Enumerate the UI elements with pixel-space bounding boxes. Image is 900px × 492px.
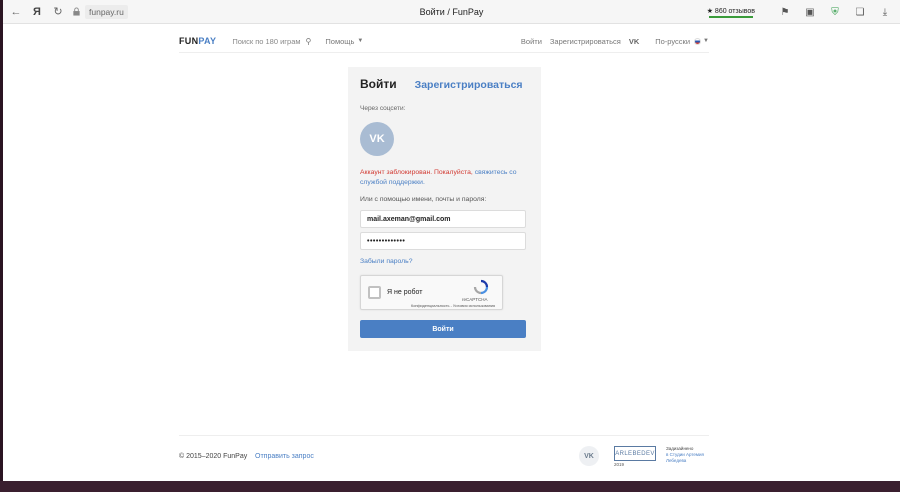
tab-register[interactable]: Зарегистрироваться	[415, 79, 523, 91]
login-submit-button[interactable]: Войти	[360, 320, 526, 338]
studio-year: 2019	[614, 462, 625, 467]
top-navigation: FUNPAY Поиск по 180 играм ⚲ Помощь ▼ Вой…	[179, 30, 709, 52]
russian-flag-icon	[694, 37, 702, 45]
reviews-text: ★ 860 отзывов	[706, 7, 755, 15]
recaptcha-brand: reCAPTCHA	[462, 297, 488, 302]
funpay-logo[interactable]: FUNPAY	[179, 36, 216, 46]
vk-icon: VK	[369, 133, 385, 145]
credentials-label: Или с помощью имени, почты и пароля:	[360, 196, 487, 203]
collections-icon[interactable]: ❏	[853, 5, 867, 19]
footer-vk-icon[interactable]: VK	[579, 446, 599, 466]
page-content: FUNPAY Поиск по 180 играм ⚲ Помощь ▼ Вой…	[3, 24, 900, 481]
login-card: Войти Зарегистрироваться Через соцсети: …	[348, 67, 541, 351]
chevron-down-icon: ▼	[357, 38, 364, 44]
bottom-edge-strip	[0, 481, 900, 492]
reload-icon[interactable]: ↻	[50, 4, 66, 20]
extension-icon[interactable]: ▣	[803, 5, 817, 19]
studio-credit: Задизайнено в Студии Артемия Лебедева	[666, 446, 716, 464]
email-field[interactable]: mail.axeman@gmail.com	[360, 210, 526, 228]
forgot-password-link[interactable]: Забыли пароль?	[360, 258, 412, 265]
chevron-down-icon: ▼	[703, 38, 709, 44]
recaptcha-widget: Я не робот reCAPTCHA Конфиденциальность …	[360, 275, 503, 310]
nav-login-link[interactable]: Войти	[521, 37, 542, 46]
search-field[interactable]: Поиск по 180 играм ⚲	[232, 37, 311, 46]
recaptcha-label: Я не робот	[387, 289, 423, 296]
nav-right: Войти Зарегистрироваться VK По-русски ▼	[513, 37, 709, 46]
logo-part-fun: FUN	[179, 36, 199, 46]
vk-login-button[interactable]: VK	[360, 122, 394, 156]
reviews-badge[interactable]: ★ 860 отзывов	[707, 7, 755, 18]
language-selector[interactable]: По-русски ▼	[647, 37, 709, 46]
password-field[interactable]: •••••••••••••	[360, 232, 526, 250]
download-icon[interactable]: ⤓	[878, 5, 892, 19]
send-request-link[interactable]: Отправить запрос	[255, 453, 314, 460]
address-bar[interactable]: funpay.ru	[72, 4, 128, 19]
nav-register-link[interactable]: Зарегистрироваться	[550, 37, 621, 46]
help-menu[interactable]: Помощь ▼	[325, 37, 363, 46]
search-icon[interactable]: ⚲	[306, 37, 312, 46]
search-placeholder: Поиск по 180 играм	[232, 36, 301, 46]
tab-login[interactable]: Войти	[360, 77, 397, 91]
help-label: Помощь	[325, 36, 355, 46]
vk-icon[interactable]: VK	[629, 37, 639, 46]
footer-divider	[179, 435, 709, 436]
language-label: По-русски	[655, 36, 691, 46]
recaptcha-terms[interactable]: Конфиденциальность - Условия использован…	[411, 304, 495, 308]
error-message: Аккаунт заблокирован. Покалуйста, свяжит…	[360, 168, 530, 188]
back-arrow-icon[interactable]: ←	[8, 4, 24, 20]
social-label: Через соцсети:	[360, 105, 406, 112]
url-text: funpay.ru	[85, 4, 128, 19]
auth-tabs: Войти Зарегистрироваться	[360, 77, 523, 91]
header-divider	[179, 52, 709, 53]
shield-icon[interactable]: ⛨	[828, 5, 842, 19]
lock-icon	[73, 7, 80, 16]
recaptcha-checkbox[interactable]	[368, 286, 381, 299]
yandex-icon[interactable]: Я	[29, 4, 45, 20]
browser-right-tools: ★ 860 отзывов ⚑ ▣ ⛨ ❏ ⤓	[707, 3, 892, 21]
recaptcha-logo-icon	[473, 279, 489, 295]
logo-part-pay: PAY	[198, 36, 217, 46]
browser-toolbar: ← Я ↻ funpay.ru Войти / FunPay ★ 860 отз…	[3, 0, 900, 24]
studio-credit-link[interactable]: в Студии Артемия Лебедева	[666, 452, 716, 464]
reviews-bar	[708, 15, 753, 18]
copyright: © 2015–2020 FunPay	[179, 453, 248, 460]
bookmark-icon[interactable]: ⚑	[778, 5, 792, 19]
studio-logo[interactable]: ARLEBEDEV	[614, 446, 656, 461]
error-text: Аккаунт заблокирован. Покалуйста,	[360, 169, 475, 176]
